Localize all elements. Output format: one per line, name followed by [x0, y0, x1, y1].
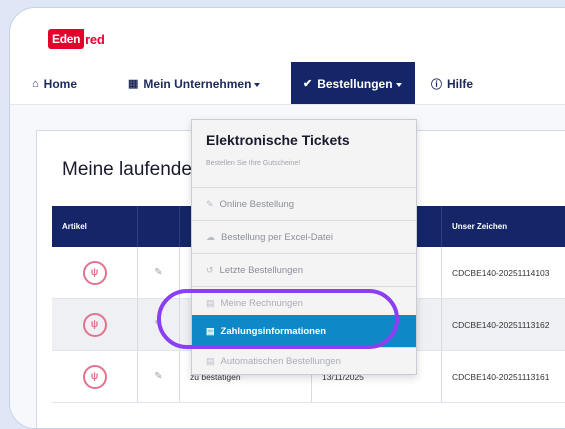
info-icon: ⓘ — [431, 78, 442, 91]
browser-frame: Eden red ⌂ Home ▦ Mein Unternehmen ✔ Bestell… — [9, 7, 565, 429]
article-cell: ψ — [52, 247, 138, 298]
edit-icon: ✎ — [206, 198, 214, 209]
dropdown-title: Elektronische Tickets — [206, 132, 350, 148]
chevron-down-icon — [395, 83, 402, 87]
nav-company-label: Mein Unternehmen — [143, 76, 252, 91]
nav-help[interactable]: ⓘ Hilfe — [431, 62, 473, 105]
menu-item-label: Bestellung per Excel-Datei — [221, 231, 333, 243]
highlight-ring — [157, 289, 399, 349]
edenred-logo[interactable]: Eden red — [48, 27, 105, 51]
home-icon: ⌂ — [32, 77, 39, 90]
nav-help-label: Hilfe — [447, 76, 474, 91]
page-title: Meine laufenden — [62, 159, 203, 180]
check-circle-icon: ✔ — [303, 78, 313, 90]
menu-item-label: Letzte Bestellungen — [219, 264, 303, 276]
nav-home-label: Home — [43, 76, 77, 91]
edit-cell: ✎ — [138, 351, 180, 402]
nav-home[interactable]: ⌂ Home — [32, 62, 77, 105]
nav-orders[interactable]: ✔ Bestellungen — [291, 62, 415, 105]
column-header[interactable] — [138, 206, 180, 247]
article-cell: ψ — [52, 299, 138, 350]
edit-icon[interactable]: ✎ — [154, 371, 162, 382]
reference-cell: CDCBE140-20251114103 — [452, 267, 550, 278]
restaurant-icon: ψ — [82, 312, 107, 337]
menu-item-excel-order[interactable]: ☁ Bestellung per Excel-Datei — [192, 221, 416, 253]
column-header[interactable]: Unser Zeichen — [442, 206, 565, 247]
menu-item-automatic-orders[interactable]: ▤ Automatischen Bestellungen — [192, 348, 416, 374]
document-icon: ▤ — [206, 355, 215, 366]
menu-item-label: Automatischen Bestellungen — [220, 355, 341, 367]
nav-orders-label: Bestellungen — [317, 76, 393, 91]
edit-icon[interactable]: ✎ — [154, 267, 162, 278]
reference-cell: CDCBE140-20251113162 — [452, 319, 550, 330]
restaurant-icon: ψ — [82, 364, 107, 389]
logo-boxed-text: Eden — [48, 29, 85, 49]
restaurant-icon: ψ — [82, 260, 107, 285]
menu-item-label: Online Bestellung — [219, 198, 295, 210]
chevron-down-icon — [254, 83, 261, 87]
dropdown-subtitle: Bestellen Sie Ihre Gutscheine! — [206, 160, 301, 167]
reference-cell: CDCBE140-20251113161 — [452, 371, 550, 382]
logo-rest-text: red — [85, 31, 105, 47]
column-header[interactable]: Artikel — [52, 206, 138, 247]
edit-cell: ✎ — [138, 247, 180, 298]
building-icon: ▦ — [128, 78, 139, 90]
menu-item-recent-orders[interactable]: ↺ Letzte Bestellungen — [192, 254, 416, 286]
nav-company[interactable]: ▦ Mein Unternehmen — [128, 62, 261, 105]
main-nav: ⌂ Home ▦ Mein Unternehmen ✔ Bestellungen ⓘ H… — [10, 62, 565, 105]
history-icon: ↺ — [206, 264, 214, 275]
menu-item-online-order[interactable]: ✎ Online Bestellung — [192, 188, 416, 220]
article-cell: ψ — [52, 351, 138, 402]
cloud-upload-icon: ☁ — [206, 231, 215, 242]
